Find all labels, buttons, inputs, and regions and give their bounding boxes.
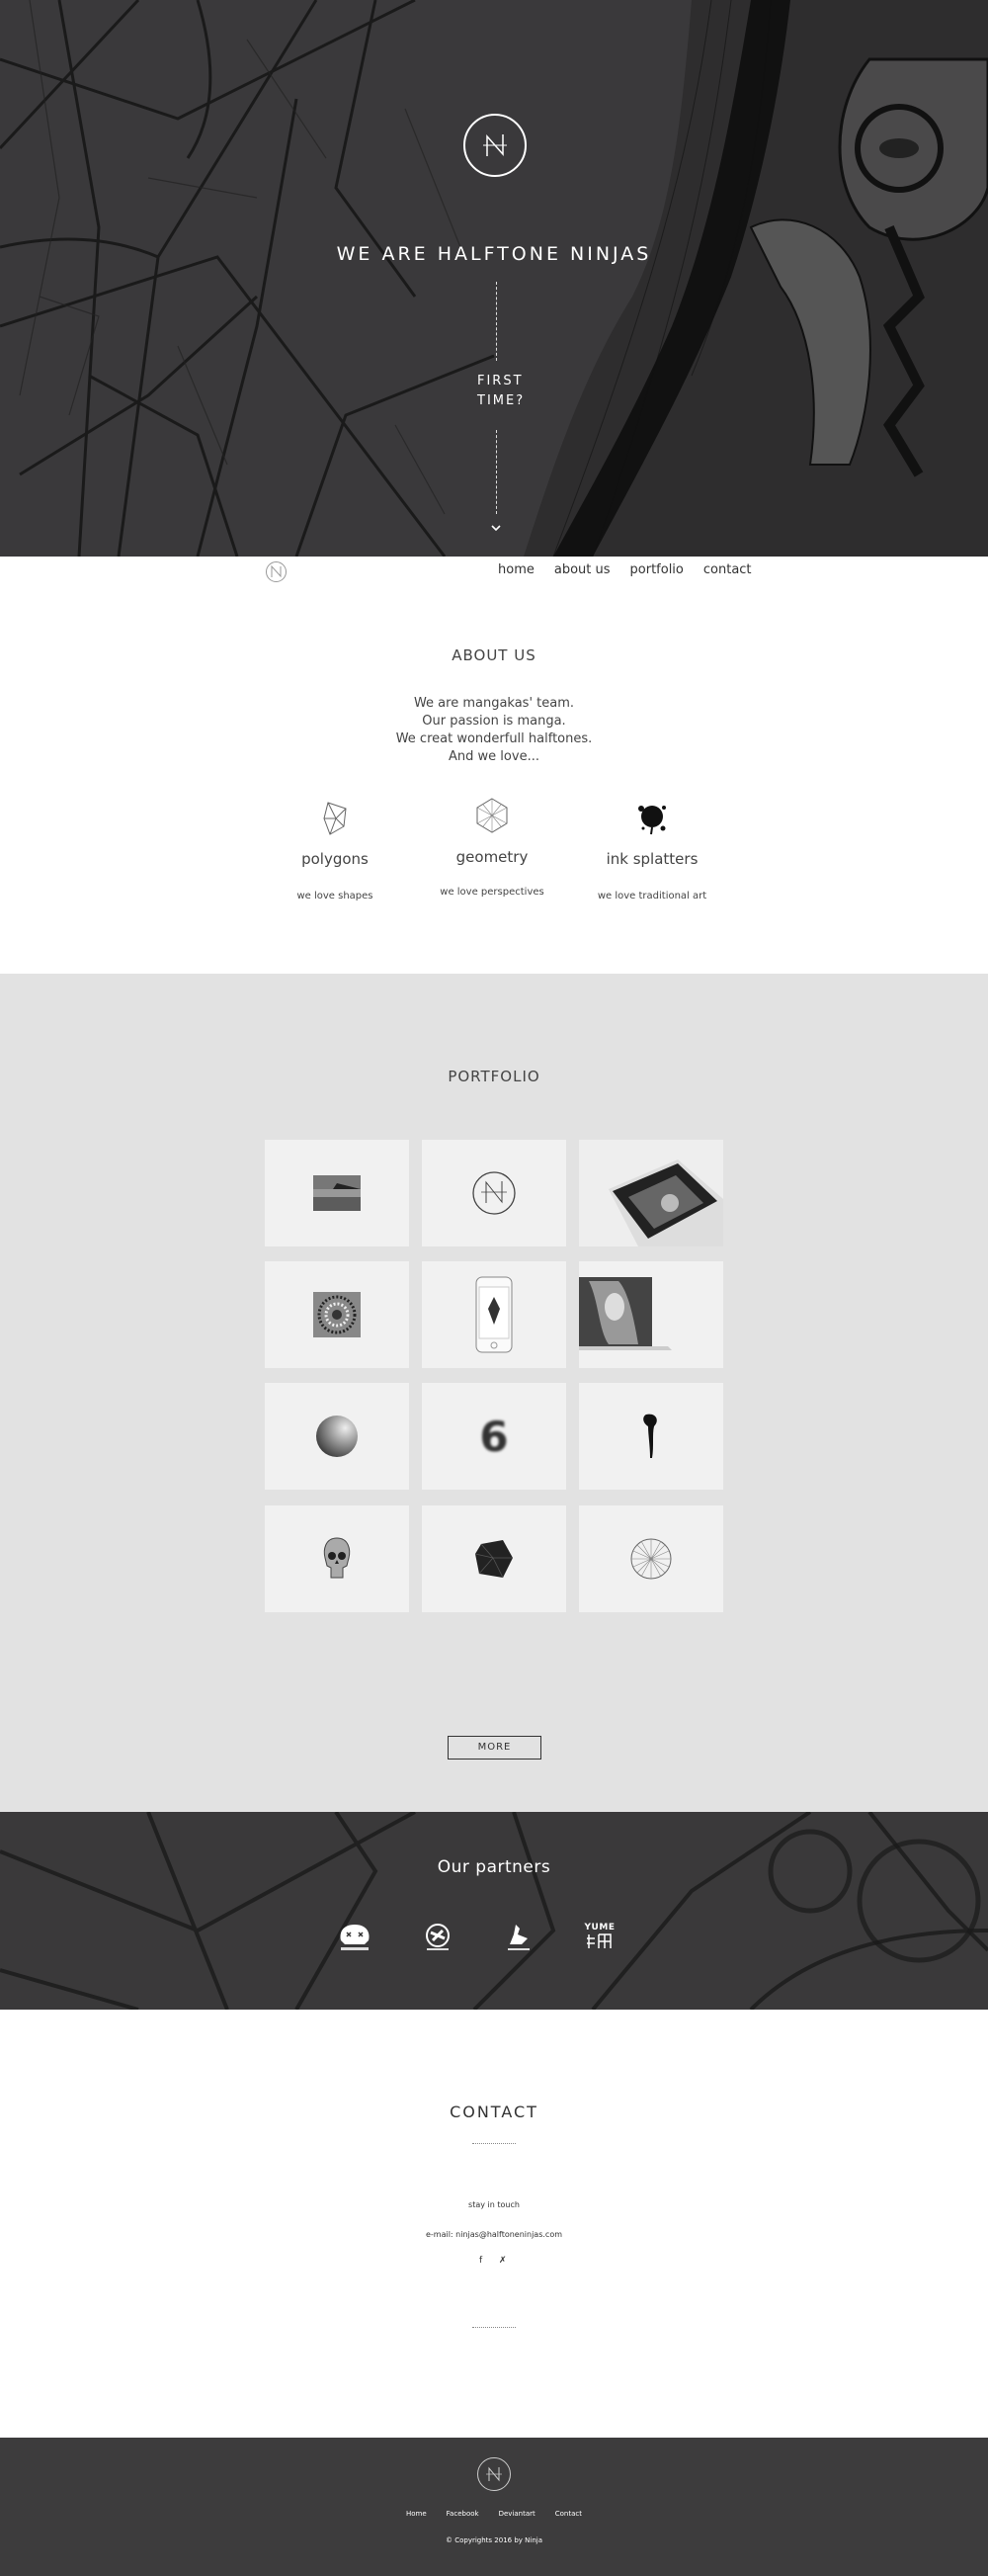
contact-title: CONTACT	[450, 2103, 538, 2121]
feature-name: polygons	[301, 850, 369, 868]
portfolio-tile[interactable]	[579, 1261, 723, 1368]
portfolio-tile[interactable]: 6	[422, 1383, 566, 1490]
halftone-pattern-thumb	[313, 1175, 361, 1211]
portfolio-tile[interactable]	[579, 1140, 723, 1246]
contact-divider-bottom	[472, 2327, 516, 2328]
hero-title: WE ARE HALFTONE NINJAS	[336, 243, 652, 265]
more-button[interactable]: MORE	[448, 1736, 541, 1760]
hero-divider-bottom	[496, 430, 497, 514]
nav-item-contact[interactable]: contact	[703, 562, 752, 577]
partner-logo[interactable]: YUME	[575, 1923, 624, 1962]
feature-polygons: polygons we love shapes	[256, 799, 414, 902]
contact-stay: stay in touch	[468, 2200, 520, 2209]
footer-link-home[interactable]: Home	[406, 2510, 427, 2518]
logo-thumb	[472, 1171, 516, 1215]
op-art-thumb	[313, 1292, 361, 1337]
footer-link-facebook[interactable]: Facebook	[447, 2510, 479, 2518]
feature-name: ink splatters	[606, 850, 699, 868]
footer-logo-icon[interactable]	[477, 2457, 511, 2491]
hero-section	[0, 0, 988, 557]
feature-geometry: geometry we love perspectives	[413, 797, 571, 898]
partners-section	[0, 1812, 988, 2010]
hero-logo	[463, 114, 527, 177]
dark-polygon-thumb	[474, 1540, 513, 1579]
facebook-icon[interactable]: f	[479, 2256, 482, 2266]
chevron-down-icon[interactable]	[488, 522, 504, 538]
about-line: And we love...	[449, 749, 539, 764]
ink-drip-thumb	[643, 1414, 657, 1458]
top-nav: home about us portfolio contact	[0, 557, 988, 586]
yume-kanji-icon	[587, 1933, 612, 1948]
yume-partner-icon: YUME	[584, 1923, 616, 1932]
halftone-sphere-thumb	[316, 1416, 358, 1457]
contact-divider-top	[472, 2143, 516, 2144]
laptop-mockup-thumb	[579, 1277, 672, 1350]
portfolio-tile[interactable]	[265, 1505, 409, 1612]
first-time-line2: TIME?	[477, 393, 526, 408]
footer-link-contact[interactable]: Contact	[555, 2510, 582, 2518]
skull-thumb	[323, 1537, 351, 1579]
deviantart-icon[interactable]: ✗	[499, 2256, 507, 2266]
feature-ink-splatters: ink splatters we love traditional art	[573, 799, 731, 902]
portfolio-tile[interactable]	[265, 1140, 409, 1246]
portfolio-tile[interactable]	[422, 1261, 566, 1368]
portfolio-tile[interactable]	[265, 1383, 409, 1490]
ninja-partner-icon	[426, 1924, 450, 1950]
footer-link-deviantart[interactable]: Deviantart	[499, 2510, 535, 2518]
hero-divider-top	[496, 282, 497, 361]
phone-ink-thumb	[475, 1276, 513, 1353]
copyright: © Copyrights 2016 by Ninja	[445, 2536, 542, 2544]
partner-logo[interactable]	[494, 1923, 543, 1962]
portfolio-tile[interactable]	[422, 1140, 566, 1246]
feature-desc: we love traditional art	[597, 891, 707, 902]
portfolio-tile[interactable]	[422, 1505, 566, 1612]
partners-background-illustration	[0, 1812, 988, 2010]
ink-splatter-icon	[638, 806, 666, 835]
partners-title: Our partners	[437, 1857, 551, 1877]
geometry-icon	[476, 798, 508, 833]
polygon-icon	[323, 802, 347, 835]
feature-name: geometry	[455, 848, 529, 866]
about-line: We are mangakas' team.	[413, 696, 575, 711]
phone-mockup-thumb	[609, 1159, 723, 1246]
contact-email[interactable]: e-mail: ninjas@halftoneninjas.com	[0, 2230, 988, 2239]
skull-partner-icon	[340, 1925, 370, 1950]
feature-desc: we love shapes	[296, 891, 373, 902]
nav-item-portfolio[interactable]: portfolio	[630, 562, 684, 577]
nav-item-home[interactable]: home	[498, 562, 535, 577]
hero-background-illustration	[0, 0, 988, 557]
nav-links: home about us portfolio contact	[498, 562, 772, 577]
number-six-thumb: 6	[479, 1412, 509, 1461]
nav-logo-icon[interactable]	[266, 561, 287, 582]
partner-logo[interactable]	[330, 1923, 379, 1962]
first-time-link[interactable]: FIRST TIME?	[477, 372, 525, 411]
about-line: We creat wonderfull halftones.	[395, 731, 593, 746]
first-time-line1: FIRST	[477, 374, 524, 388]
partner-logo[interactable]	[413, 1923, 462, 1962]
portfolio-tile[interactable]	[265, 1261, 409, 1368]
about-title: ABOUT US	[452, 646, 536, 664]
about-text: We are mangakas' team. Our passion is ma…	[0, 695, 988, 766]
footer-links: Home Facebook Deviantart Contact	[0, 2510, 988, 2518]
portfolio-title: PORTFOLIO	[448, 1068, 540, 1085]
wire-sphere-thumb	[630, 1538, 672, 1580]
bird-partner-icon	[508, 1925, 530, 1950]
halftone-ninjas-logo-icon	[483, 134, 507, 156]
portfolio-tile[interactable]	[579, 1505, 723, 1612]
about-line: Our passion is manga.	[422, 714, 566, 729]
nav-item-about-us[interactable]: about us	[554, 562, 611, 577]
feature-desc: we love perspectives	[440, 887, 544, 898]
portfolio-tile[interactable]	[579, 1383, 723, 1490]
